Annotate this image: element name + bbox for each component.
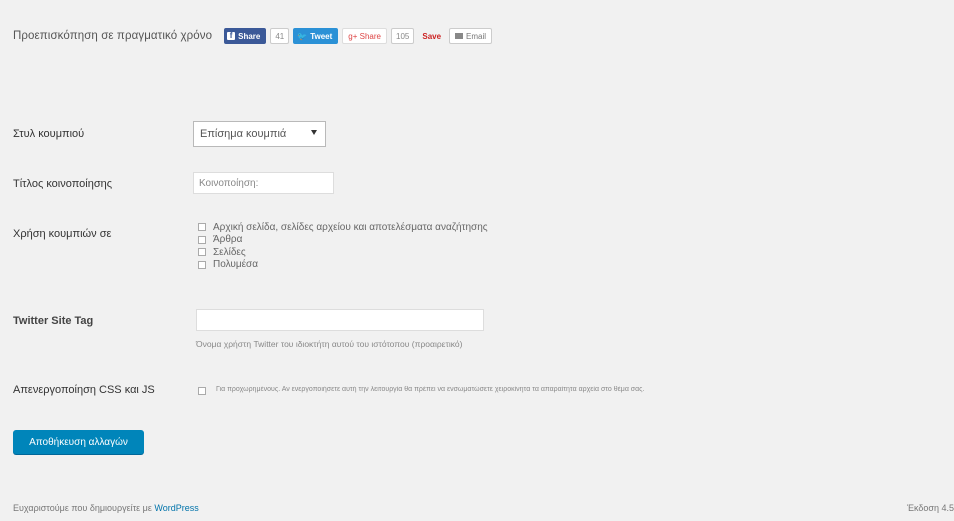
google-plus-icon: g+ bbox=[348, 31, 360, 41]
button-title-label: Τίτλος κοινοποίησης bbox=[13, 178, 113, 190]
button-title-input[interactable]: Κοινοποίηση: bbox=[193, 172, 334, 194]
usage-pages-label: Σελίδες bbox=[213, 246, 246, 258]
footer-thanks-text: Ευχαριστούμε που δημιουργείτε με bbox=[13, 503, 155, 513]
disable-css-js-checkbox[interactable] bbox=[198, 387, 206, 395]
button-style-value: Επίσημα κουμπιά bbox=[200, 128, 287, 140]
google-plus-share-button[interactable]: g+ Share bbox=[342, 28, 387, 44]
wordpress-link[interactable]: WordPress bbox=[154, 503, 198, 513]
usage-option-home: Αρχική σελίδα, σελίδες αρχείου και αποτε… bbox=[198, 221, 488, 234]
email-share-label: Email bbox=[466, 31, 487, 41]
save-changes-button[interactable]: Αποθήκευση αλλαγών bbox=[13, 430, 144, 454]
twitter-tag-row: Twitter Site Tag bbox=[13, 315, 192, 327]
button-title-value: Κοινοποίηση: bbox=[199, 177, 259, 189]
usage-posts-checkbox[interactable] bbox=[198, 235, 206, 244]
footer-thanks: Ευχαριστούμε που δημιουργείτε με WordPre… bbox=[13, 503, 199, 513]
usage-media-checkbox[interactable] bbox=[198, 260, 206, 269]
twitter-tag-label: Twitter Site Tag bbox=[13, 315, 94, 327]
facebook-share-count: 41 bbox=[270, 28, 290, 44]
google-plus-share-count: 105 bbox=[391, 28, 415, 44]
sharing-preview: Προεπισκόπηση σε πραγματικό χρόνο f Shar… bbox=[13, 28, 496, 44]
facebook-icon: f bbox=[227, 32, 236, 40]
usage-option-pages: Σελίδες bbox=[198, 246, 488, 259]
usage-media-label: Πολυμέσα bbox=[213, 259, 258, 271]
usage-home-checkbox[interactable] bbox=[198, 223, 206, 232]
usage-posts-label: Άρθρα bbox=[213, 234, 243, 246]
pinterest-save-label: Save bbox=[422, 31, 442, 41]
twitter-tweet-label: Tweet bbox=[310, 31, 333, 41]
pinterest-save-button[interactable]: Save bbox=[418, 28, 445, 44]
twitter-tweet-button[interactable]: 🐦 Tweet bbox=[293, 28, 339, 44]
button-style-select[interactable]: Επίσημα κουμπιά bbox=[193, 121, 326, 147]
twitter-tag-description: Όνομα χρήστη Twitter του ιδιοκτήτη αυτού… bbox=[196, 339, 463, 349]
twitter-tag-input[interactable] bbox=[196, 309, 484, 331]
twitter-icon: 🐦 bbox=[297, 31, 308, 41]
email-share-button[interactable]: Email bbox=[449, 28, 493, 44]
usage-option-media: Πολυμέσα bbox=[198, 259, 488, 272]
footer-version: Έκδοση 4.5 bbox=[906, 503, 954, 513]
button-usage-label: Χρήση κουμπιών σε bbox=[13, 228, 112, 240]
disable-css-js-label: Απενεργοποίηση CSS και JS bbox=[13, 384, 155, 396]
chevron-down-icon bbox=[311, 130, 317, 135]
button-style-label: Στυλ κουμπιού bbox=[13, 128, 85, 140]
usage-home-label: Αρχική σελίδα, σελίδες αρχείου και αποτε… bbox=[213, 221, 488, 233]
facebook-share-button[interactable]: f Share bbox=[224, 28, 267, 44]
preview-label: Προεπισκόπηση σε πραγματικό χρόνο bbox=[13, 30, 213, 42]
disable-css-js-description: Για προχωρημένους. Αν ενεργοποιήσετε αυτ… bbox=[216, 386, 645, 393]
facebook-share-label: Share bbox=[238, 31, 261, 41]
usage-pages-checkbox[interactable] bbox=[198, 248, 206, 257]
button-usage-row: Χρήση κουμπιών σε bbox=[13, 228, 192, 240]
usage-option-posts: Άρθρα bbox=[198, 234, 488, 247]
email-icon bbox=[455, 33, 464, 39]
google-plus-share-label: Share bbox=[359, 31, 381, 41]
button-title-row: Τίτλος κοινοποίησης bbox=[13, 178, 192, 190]
disable-css-js-row: Απενεργοποίηση CSS και JS bbox=[13, 384, 192, 396]
button-usage-options: Αρχική σελίδα, σελίδες αρχείου και αποτε… bbox=[198, 221, 488, 271]
button-style-row: Στυλ κουμπιού bbox=[13, 128, 192, 140]
